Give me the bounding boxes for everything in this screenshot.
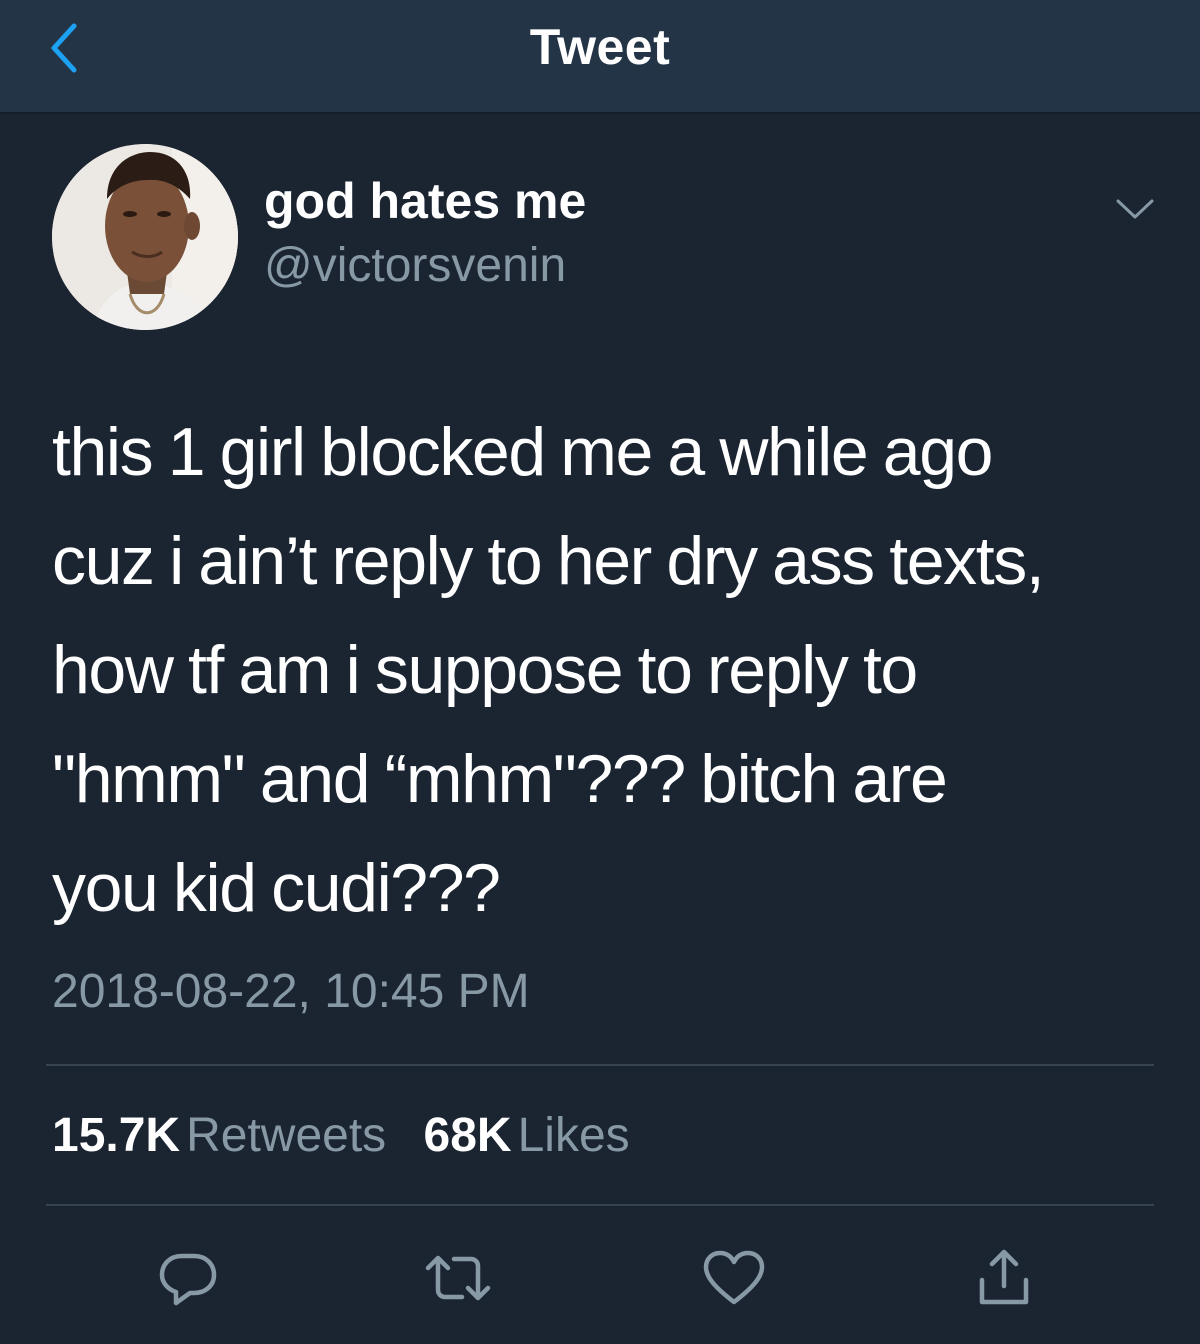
page-title: Tweet (529, 19, 671, 75)
top-nav-bar: Tweet (0, 0, 1200, 114)
like-button[interactable] (694, 1238, 774, 1318)
retweet-icon (425, 1255, 491, 1301)
display-name[interactable]: god hates me (264, 172, 586, 230)
tweet-text-line: how tf am i suppose to reply to (52, 632, 918, 708)
share-icon (979, 1249, 1029, 1305)
tweet-text-line: cuz i ain’t reply to her dry ass texts, (52, 523, 1045, 599)
likes-label: Likes (517, 1109, 630, 1162)
retweets-count: 15.7K (52, 1109, 181, 1162)
retweets-label: Retweets (186, 1109, 387, 1162)
retweets-stat[interactable]: 15.7K Retweets (52, 1108, 386, 1163)
avatar[interactable] (52, 144, 238, 330)
tweet-actions (0, 1238, 1200, 1318)
avatar-photo (52, 144, 238, 330)
tweet-timestamp: 2018-08-22, 10:45 PM (52, 965, 530, 1018)
reply-button[interactable] (148, 1238, 228, 1318)
tweet-text-line: you kid cudi??? (52, 850, 501, 926)
heart-icon (703, 1250, 765, 1305)
tweet-text: this 1 girl blocked me a while ago cuz i… (52, 398, 1162, 943)
chevron-down-icon (1116, 199, 1154, 219)
likes-count: 68K (423, 1109, 512, 1162)
tweet-text-line: "hmm" and “mhm"??? bitch are (52, 741, 948, 817)
likes-stat[interactable]: 68K Likes (424, 1108, 630, 1163)
divider (46, 1064, 1154, 1066)
tweet-menu-button[interactable] (1110, 192, 1160, 226)
tweet-stats: 15.7K Retweets 68K Likes (52, 1108, 654, 1163)
divider (46, 1204, 1154, 1206)
retweet-button[interactable] (418, 1238, 498, 1318)
user-handle[interactable]: @victorsvenin (264, 238, 566, 293)
share-button[interactable] (964, 1238, 1044, 1318)
reply-icon (159, 1253, 217, 1306)
tweet-text-line: this 1 girl blocked me a while ago (52, 414, 993, 490)
